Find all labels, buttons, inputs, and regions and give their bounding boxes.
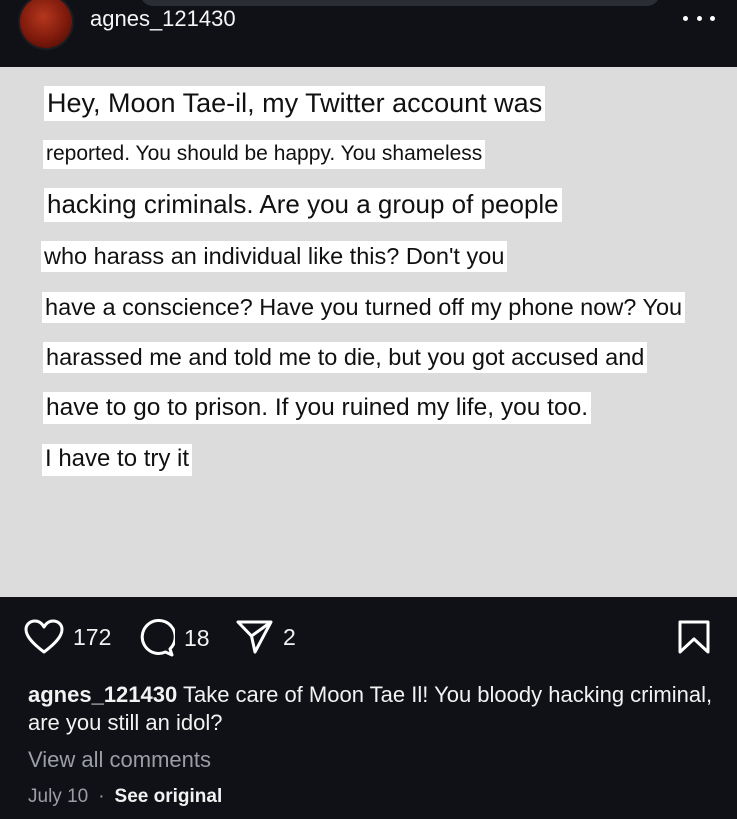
caption-username[interactable]: agnes_121430 bbox=[28, 682, 177, 707]
header-username[interactable]: agnes_121430 bbox=[90, 6, 236, 32]
view-all-comments-link[interactable]: View all comments bbox=[28, 747, 211, 773]
image-text-line: harassed me and told me to die, but you … bbox=[43, 342, 648, 374]
meta-separator: · bbox=[98, 786, 105, 807]
heart-icon bbox=[24, 619, 64, 654]
like-count: 172 bbox=[73, 623, 112, 650]
more-horizontal-icon[interactable] bbox=[683, 8, 715, 28]
avatar[interactable] bbox=[20, 0, 72, 48]
image-text-line: I have to try it bbox=[42, 444, 193, 476]
like-button[interactable]: 172 bbox=[24, 619, 111, 655]
bookmark-icon bbox=[678, 620, 710, 654]
post-date: July 10 bbox=[28, 786, 89, 807]
image-text-line: who harass an individual like this? Don'… bbox=[41, 241, 508, 273]
comment-icon bbox=[140, 619, 175, 657]
post-header: agnes_121430 bbox=[0, 0, 737, 67]
post-caption: agnes_121430 Take care of Moon Tae Il! Y… bbox=[28, 681, 718, 737]
image-text-line: Hey, Moon Tae-il, my Twitter account was bbox=[44, 86, 546, 122]
post-meta: July 10 · See original bbox=[28, 786, 222, 808]
send-icon bbox=[236, 620, 273, 654]
image-text-line: reported. You should be happy. You shame… bbox=[43, 140, 486, 169]
image-text-line: have to go to prison. If you ruined my l… bbox=[43, 392, 592, 425]
action-bar: 172 18 2 bbox=[0, 597, 737, 687]
post-image[interactable]: Hey, Moon Tae-il, my Twitter account was… bbox=[0, 67, 737, 597]
share-button[interactable]: 2 bbox=[236, 619, 296, 655]
image-text-line: have a conscience? Have you turned off m… bbox=[42, 292, 686, 324]
image-text-line: hacking criminals. Are you a group of pe… bbox=[44, 188, 562, 223]
see-original-link[interactable]: See original bbox=[115, 786, 223, 808]
save-button[interactable] bbox=[677, 619, 711, 660]
comment-count: 18 bbox=[184, 624, 210, 651]
share-count: 2 bbox=[283, 623, 296, 650]
comment-button[interactable]: 18 bbox=[137, 619, 210, 657]
